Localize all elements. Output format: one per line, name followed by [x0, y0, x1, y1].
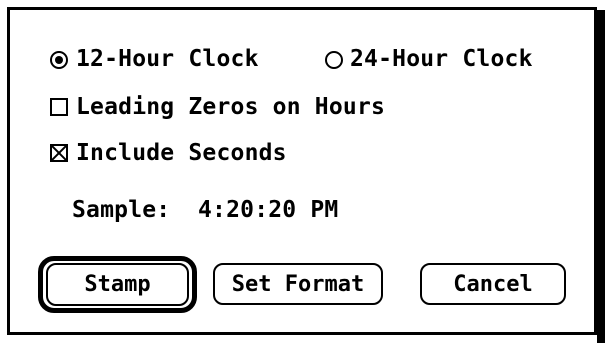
set-format-button[interactable]: Set Format [213, 263, 383, 305]
checkbox-x-icon [52, 146, 66, 160]
include-seconds-label[interactable]: Include Seconds [76, 139, 287, 167]
cancel-button[interactable]: Cancel [420, 263, 566, 305]
radio-24-hour[interactable] [325, 51, 343, 69]
radio-12-hour[interactable] [50, 51, 68, 69]
stamp-button[interactable]: Stamp [46, 263, 189, 306]
leading-zeros-checkbox[interactable] [50, 98, 68, 116]
radio-24-hour-label[interactable]: 24-Hour Clock [350, 45, 533, 73]
sample-value: 4:20:20 PM [198, 197, 339, 223]
radio-selected-dot [55, 56, 63, 64]
include-seconds-checkbox[interactable] [50, 144, 68, 162]
leading-zeros-label[interactable]: Leading Zeros on Hours [76, 93, 385, 121]
radio-12-hour-label[interactable]: 12-Hour Clock [76, 45, 259, 73]
dialog-shadow [597, 10, 605, 343]
sample-label: Sample: [72, 197, 171, 223]
